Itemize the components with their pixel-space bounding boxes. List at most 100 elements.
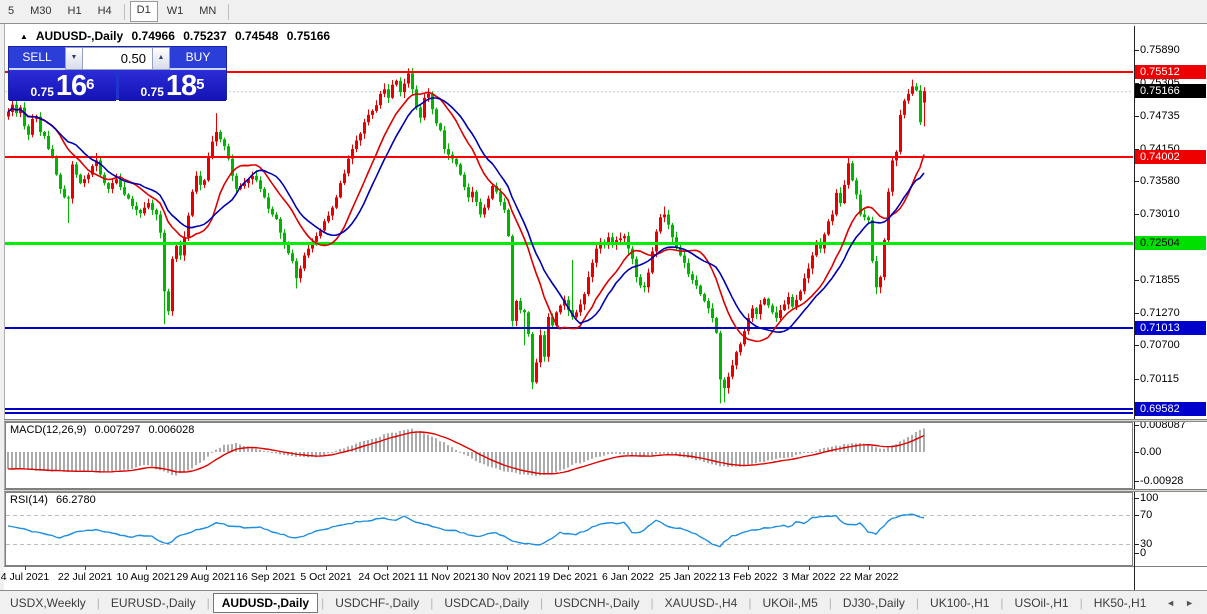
macd-panel-separator[interactable] [4,419,1207,422]
bid-prefix: 0.75 [31,85,54,99]
price-axis-label: 0.70115 [1140,373,1179,385]
date-label: 29 Aug 2021 [177,571,236,583]
date-label: 22 Mar 2022 [840,571,899,583]
tab-audusd-daily[interactable]: AUDUSD-,Daily [213,593,318,613]
tab-separator: | [651,596,654,610]
timeframe-button-m30[interactable]: M30 [23,2,58,21]
rsi-label: RSI(14) 66.2780 [10,494,101,506]
indicator-axis-label: -0.00928 [1140,475,1183,487]
price-axis-label: 0.71855 [1140,274,1180,286]
date-tick [748,566,749,570]
buy-button[interactable]: BUY [170,47,226,70]
tab-usoil-h1[interactable]: USOil-,H1 [1007,594,1077,612]
collapse-icon[interactable]: ▲ [20,32,28,41]
volume-decrease-button[interactable]: ▼ [65,47,83,70]
timeframe-button-h4[interactable]: H4 [91,2,119,21]
date-tick [326,566,327,570]
tab-separator: | [1080,596,1083,610]
date-label: 16 Sep 2021 [236,571,296,583]
timeframe-toolbar: 5M30H1H4 D1W1MN [0,0,1207,24]
ohlc-high: 0.75237 [183,29,226,43]
price-axis-border [1134,26,1135,590]
ask-prefix: 0.75 [141,85,164,99]
timeframe-button-h1[interactable]: H1 [61,2,89,21]
date-label: 4 Jul 2021 [1,571,49,583]
ohlc-open: 0.74966 [132,29,175,43]
date-tick [25,566,26,570]
tab-separator: | [748,596,751,610]
sell-button[interactable]: SELL [9,47,65,70]
tab-separator: | [916,596,919,610]
macd-label: MACD(12,26,9) 0.007297 0.006028 [10,424,199,436]
volume-increase-button[interactable]: ▲ [152,47,170,70]
date-tick [507,566,508,570]
volume-input[interactable]: 0.50 [83,47,152,70]
date-tick [688,566,689,570]
macd-signal-value: 0.006028 [148,424,194,436]
macd-main-value: 0.007297 [94,424,140,436]
tab-uk100-h1[interactable]: UK100-,H1 [922,594,997,612]
tab-scroll-left-icon[interactable]: ◄ [1161,598,1180,608]
date-label: 11 Nov 2021 [418,571,477,583]
timeframe-button-d1[interactable]: D1 [130,1,158,22]
tab-xauusd-h4[interactable]: XAUUSD-,H4 [657,594,746,612]
date-label: 3 Mar 2022 [782,571,835,583]
indicator-axis-label: 100 [1140,492,1158,504]
date-label: 30 Nov 2021 [477,571,537,583]
date-tick [447,566,448,570]
rsi-panel-separator[interactable] [4,489,1207,492]
tab-ukoil-m5[interactable]: UKOil-,M5 [754,594,825,612]
date-label: 24 Oct 2021 [358,571,415,583]
date-label: 10 Aug 2021 [117,571,176,583]
tab-usdcnh-daily[interactable]: USDCNH-,Daily [546,594,647,612]
tab-usdcad-daily[interactable]: USDCAD-,Daily [436,594,537,612]
tab-scroll-right-icon[interactable]: ► [1180,598,1199,608]
tab-usdx-weekly[interactable]: USDX,Weekly [2,594,94,612]
bid-price-box[interactable]: 0.75 16 6 [9,70,116,101]
timeframe-button-mn[interactable]: MN [192,2,223,21]
tab-separator: | [829,596,832,610]
tab-eurusd-daily[interactable]: EURUSD-,Daily [103,594,204,612]
ask-price-box[interactable]: 0.75 18 5 [119,70,226,101]
indicator-axis-label: 0.00 [1140,446,1161,458]
tab-usdchf-daily[interactable]: USDCHF-,Daily [327,594,427,612]
date-label: 6 Jan 2022 [602,571,654,583]
date-tick [85,566,86,570]
timeframe-button-5[interactable]: 5 [1,2,21,21]
rsi-name: RSI(14) [10,494,48,506]
tab-separator: | [321,596,324,610]
price-axis-label: 0.73010 [1140,208,1180,220]
toolbar-separator [124,4,125,20]
date-tick [266,566,267,570]
chart-title: ▲ AUDUSD-,Daily 0.74966 0.75237 0.74548 … [20,29,335,43]
tab-hk50-h1[interactable]: HK50-,H1 [1086,594,1155,612]
price-badge-0.69582: 0.69582 [1135,402,1206,416]
price-axis-label: 0.73580 [1140,175,1180,187]
ask-pipette: 5 [196,70,204,100]
symbol-period-label: AUDUSD-,Daily [36,29,123,43]
bid-main-digits: 16 [56,73,86,99]
date-tick [146,566,147,570]
tab-separator: | [207,596,210,610]
ohlc-close: 0.75166 [287,29,330,43]
date-label: 13 Feb 2022 [719,571,778,583]
date-tick [387,566,388,570]
tab-separator: | [1000,596,1003,610]
price-axis-label: 0.71270 [1140,307,1180,319]
rsi-current-value: 66.2780 [56,494,96,506]
price-axis-label: 0.75890 [1140,44,1180,56]
tab-dj30-daily[interactable]: DJ30-,Daily [835,594,913,612]
date-tick [628,566,629,570]
date-tick [568,566,569,570]
date-tick [869,566,870,570]
rsi-chart-canvas[interactable] [5,492,1133,566]
date-label: 5 Oct 2021 [300,571,351,583]
date-label: 19 Dec 2021 [538,571,598,583]
ask-main-digits: 18 [166,73,196,99]
price-badge-0.74002: 0.74002 [1135,150,1206,164]
ohlc-low: 0.74548 [235,29,278,43]
toolbar-separator [228,4,229,20]
tab-separator: | [430,596,433,610]
tab-separator: | [97,596,100,610]
timeframe-button-w1[interactable]: W1 [160,2,191,21]
